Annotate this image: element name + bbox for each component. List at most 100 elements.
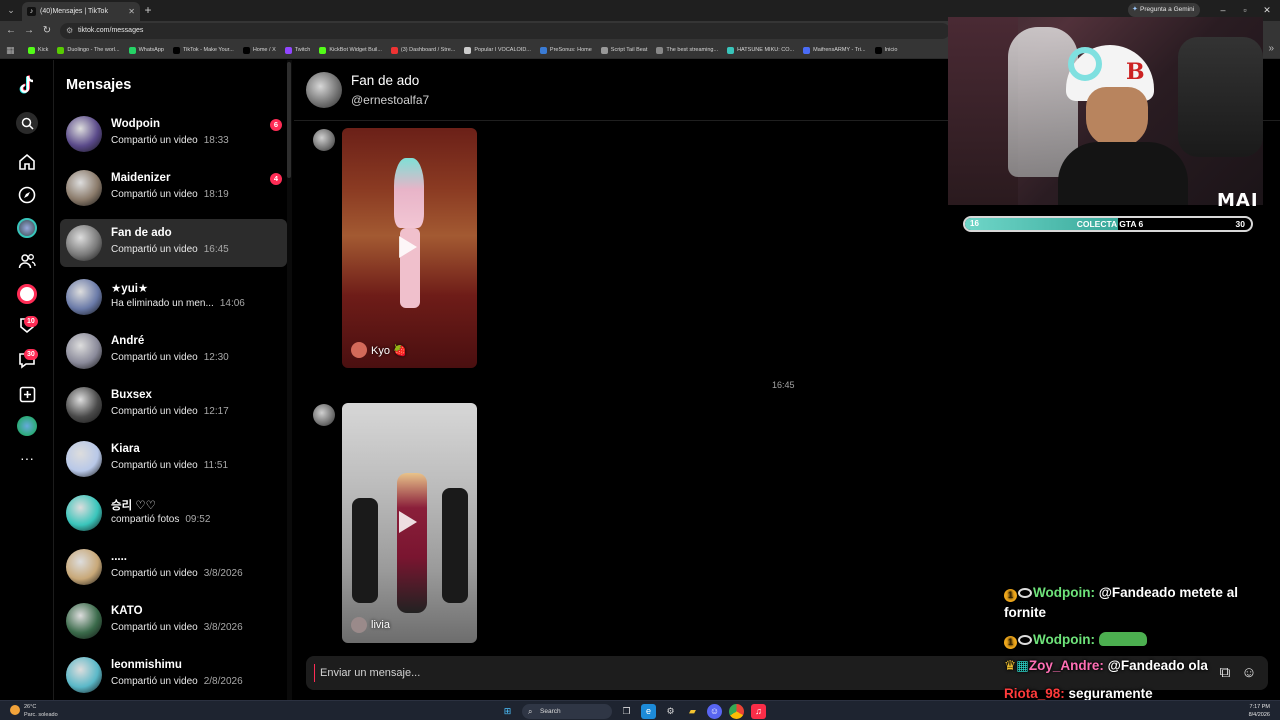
forward-button[interactable]: → <box>22 24 36 38</box>
close-window-button[interactable]: ✕ <box>1260 3 1274 17</box>
edge-icon[interactable]: e <box>641 703 656 719</box>
conversation-name: ..... <box>111 551 127 563</box>
chat-contact-handle[interactable]: @ernestoalfa7 <box>351 93 429 107</box>
start-windows-icon[interactable]: ⊞ <box>500 704 515 719</box>
file-explorer-icon[interactable]: ▰ <box>685 704 700 719</box>
message-sender-avatar[interactable] <box>313 129 335 151</box>
shared-video-card[interactable]: livia <box>342 403 477 643</box>
conversation-time: 18:19 <box>203 189 229 200</box>
chrome-icon[interactable] <box>729 703 744 719</box>
video-thumbnail-figure <box>442 488 468 603</box>
conversation-time: 14:06 <box>219 298 245 309</box>
bookmark-item[interactable]: Duolingo - The worl... <box>57 46 120 54</box>
bookmark-item[interactable]: Twitch <box>284 46 310 54</box>
conversation-item[interactable]: leonmishimu Compartió un video 2/8/2026 <box>60 651 287 699</box>
gemini-button[interactable]: ✦ Pregunta a Gemini <box>1128 3 1200 17</box>
tiktok-logo-icon[interactable] <box>16 74 38 96</box>
bookmark-item[interactable]: KickBot Widget Buil... <box>319 46 382 54</box>
bookmark-label: HATSUNE MIKU: CO... <box>737 47 795 53</box>
live-icon[interactable] <box>17 284 37 304</box>
shared-video-card[interactable]: Kyo 🍓 <box>342 128 477 368</box>
bookmark-item[interactable]: PreSonus: Home <box>539 46 592 54</box>
bookmark-item[interactable]: WhatsApp <box>128 46 164 54</box>
site-info-icon[interactable]: ⚙ <box>66 23 73 39</box>
play-icon[interactable] <box>399 236 417 258</box>
following-avatar[interactable] <box>17 218 37 238</box>
conversation-item[interactable]: 승리 ♡♡ compartió fotos 09:52 <box>60 489 287 537</box>
bookmark-item[interactable]: The best streaming... <box>656 46 719 54</box>
vip-badge-icon: ▦ <box>1016 658 1029 673</box>
clock-date: 8/4/2026 <box>1248 712 1270 718</box>
address-bar[interactable]: ⚙ tiktok.com/messages <box>60 23 950 39</box>
bookmark-item[interactable]: Script Tail Beat <box>600 46 647 54</box>
chat-contact-name[interactable]: Fan de ado <box>351 73 419 88</box>
back-button[interactable]: ← <box>4 24 18 38</box>
message-input[interactable] <box>314 664 914 682</box>
bookmark-item[interactable]: Popular I VOCALOID... <box>464 46 531 54</box>
conversation-item[interactable]: Fan de ado Compartió un video 16:45 <box>60 219 287 267</box>
stream-chat-message: ♛▦Zoy_Andre: @Fandeado ola <box>1004 656 1264 676</box>
upload-icon[interactable] <box>16 383 38 405</box>
tab-close-icon[interactable]: ✕ <box>128 2 135 21</box>
chat-username: Riota_98: <box>1004 686 1065 701</box>
settings-icon[interactable]: ⚙ <box>663 704 678 719</box>
conversation-item[interactable]: André Compartió un video 12:30 <box>60 327 287 375</box>
home-icon[interactable] <box>16 151 38 173</box>
weather-temp: 26°C <box>24 704 37 710</box>
weather-widget[interactable]: 26°C Parc. soleado <box>10 703 58 719</box>
bookmark-item[interactable]: (3) Dashboard / Stre... <box>390 46 455 54</box>
chat-contact-avatar[interactable] <box>306 72 342 108</box>
bookmarks-more-icon[interactable]: » <box>1268 43 1274 54</box>
music-icon[interactable]: ♫ <box>751 703 766 719</box>
message-sender-avatar[interactable] <box>313 404 335 426</box>
conversation-name: Maidenizer <box>111 172 171 184</box>
crown-badge-icon: ♛ <box>1004 658 1017 673</box>
system-clock[interactable]: 7:17 PM 8/4/2026 <box>1249 703 1270 719</box>
unread-badge: 6 <box>270 119 282 131</box>
tiktok-nav-rail: 10 30 ··· <box>0 60 54 700</box>
webcam-shirt <box>1058 142 1188 205</box>
conversation-item[interactable]: Wodpoin Compartió un video 18:33 6 <box>60 110 287 158</box>
chat-username: Wodpoin: <box>1033 632 1095 647</box>
explore-compass-icon[interactable] <box>16 184 38 206</box>
bookmark-item[interactable]: MaifrensARMY - Tri... <box>803 46 866 54</box>
discord-icon[interactable]: ☺ <box>707 703 722 719</box>
bookmark-favicon-icon <box>727 46 735 54</box>
bookmark-label: KickBot Widget Buil... <box>329 47 382 53</box>
chat-username: Zoy_Andre: <box>1028 658 1104 673</box>
weather-desc: Parc. soleado <box>24 712 58 718</box>
conversation-avatar <box>66 441 102 477</box>
bookmark-item[interactable]: Home / X <box>242 46 276 54</box>
taskbar-search-label: Search <box>540 707 561 715</box>
minimize-button[interactable]: – <box>1216 3 1230 17</box>
profile-avatar[interactable] <box>17 416 37 436</box>
bookmark-label: The best streaming... <box>666 47 719 53</box>
bookmark-item[interactable]: Kick <box>28 46 48 54</box>
conversation-item[interactable]: Buxsex Compartió un video 12:17 <box>60 381 287 429</box>
tab-search-icon[interactable]: ⌄ <box>4 4 18 17</box>
reload-button[interactable]: ↻ <box>40 24 54 38</box>
maximize-button[interactable]: ▫ <box>1238 3 1252 17</box>
bookmark-item[interactable]: Inicio <box>874 46 897 54</box>
more-icon[interactable]: ··· <box>16 447 38 469</box>
chat-text: seguramente <box>1068 686 1153 701</box>
new-tab-button[interactable]: + <box>142 3 154 17</box>
friends-icon[interactable] <box>16 250 38 272</box>
conversation-scrollbar-thumb[interactable] <box>287 62 291 178</box>
apps-grid-icon[interactable]: ▦ <box>6 45 16 55</box>
task-view-icon[interactable]: ❐ <box>619 704 634 719</box>
bookmark-item[interactable]: TikTok - Make Your... <box>172 46 234 54</box>
taskbar-search[interactable]: ⌕ Search <box>522 703 612 719</box>
taskbar-apps: ⊞ ⌕ Search ❐ e ⚙ ▰ ☺ ♫ <box>500 703 766 719</box>
donation-goal-label: COLECTA GTA 6 <box>1076 219 1144 229</box>
search-icon[interactable] <box>16 112 38 134</box>
conversation-item[interactable]: Maidenizer Compartió un video 18:19 4 <box>60 164 287 212</box>
conversation-item[interactable]: ..... Compartió un video 3/8/2026 <box>60 543 287 591</box>
conversation-item[interactable]: KATO Compartió un video 3/8/2026 <box>60 597 287 645</box>
bookmark-item[interactable]: HATSUNE MIKU: CO... <box>727 46 795 54</box>
conversation-item[interactable]: ★yui★ Ha eliminado un men... 14:06 <box>60 273 287 321</box>
bookmark-favicon-icon <box>803 46 811 54</box>
browser-tab-active[interactable]: ♪ (40)Mensajes | TikTok ✕ <box>22 2 140 21</box>
play-icon[interactable] <box>399 511 417 533</box>
conversation-item[interactable]: Kiara Compartió un video 11:51 <box>60 435 287 483</box>
